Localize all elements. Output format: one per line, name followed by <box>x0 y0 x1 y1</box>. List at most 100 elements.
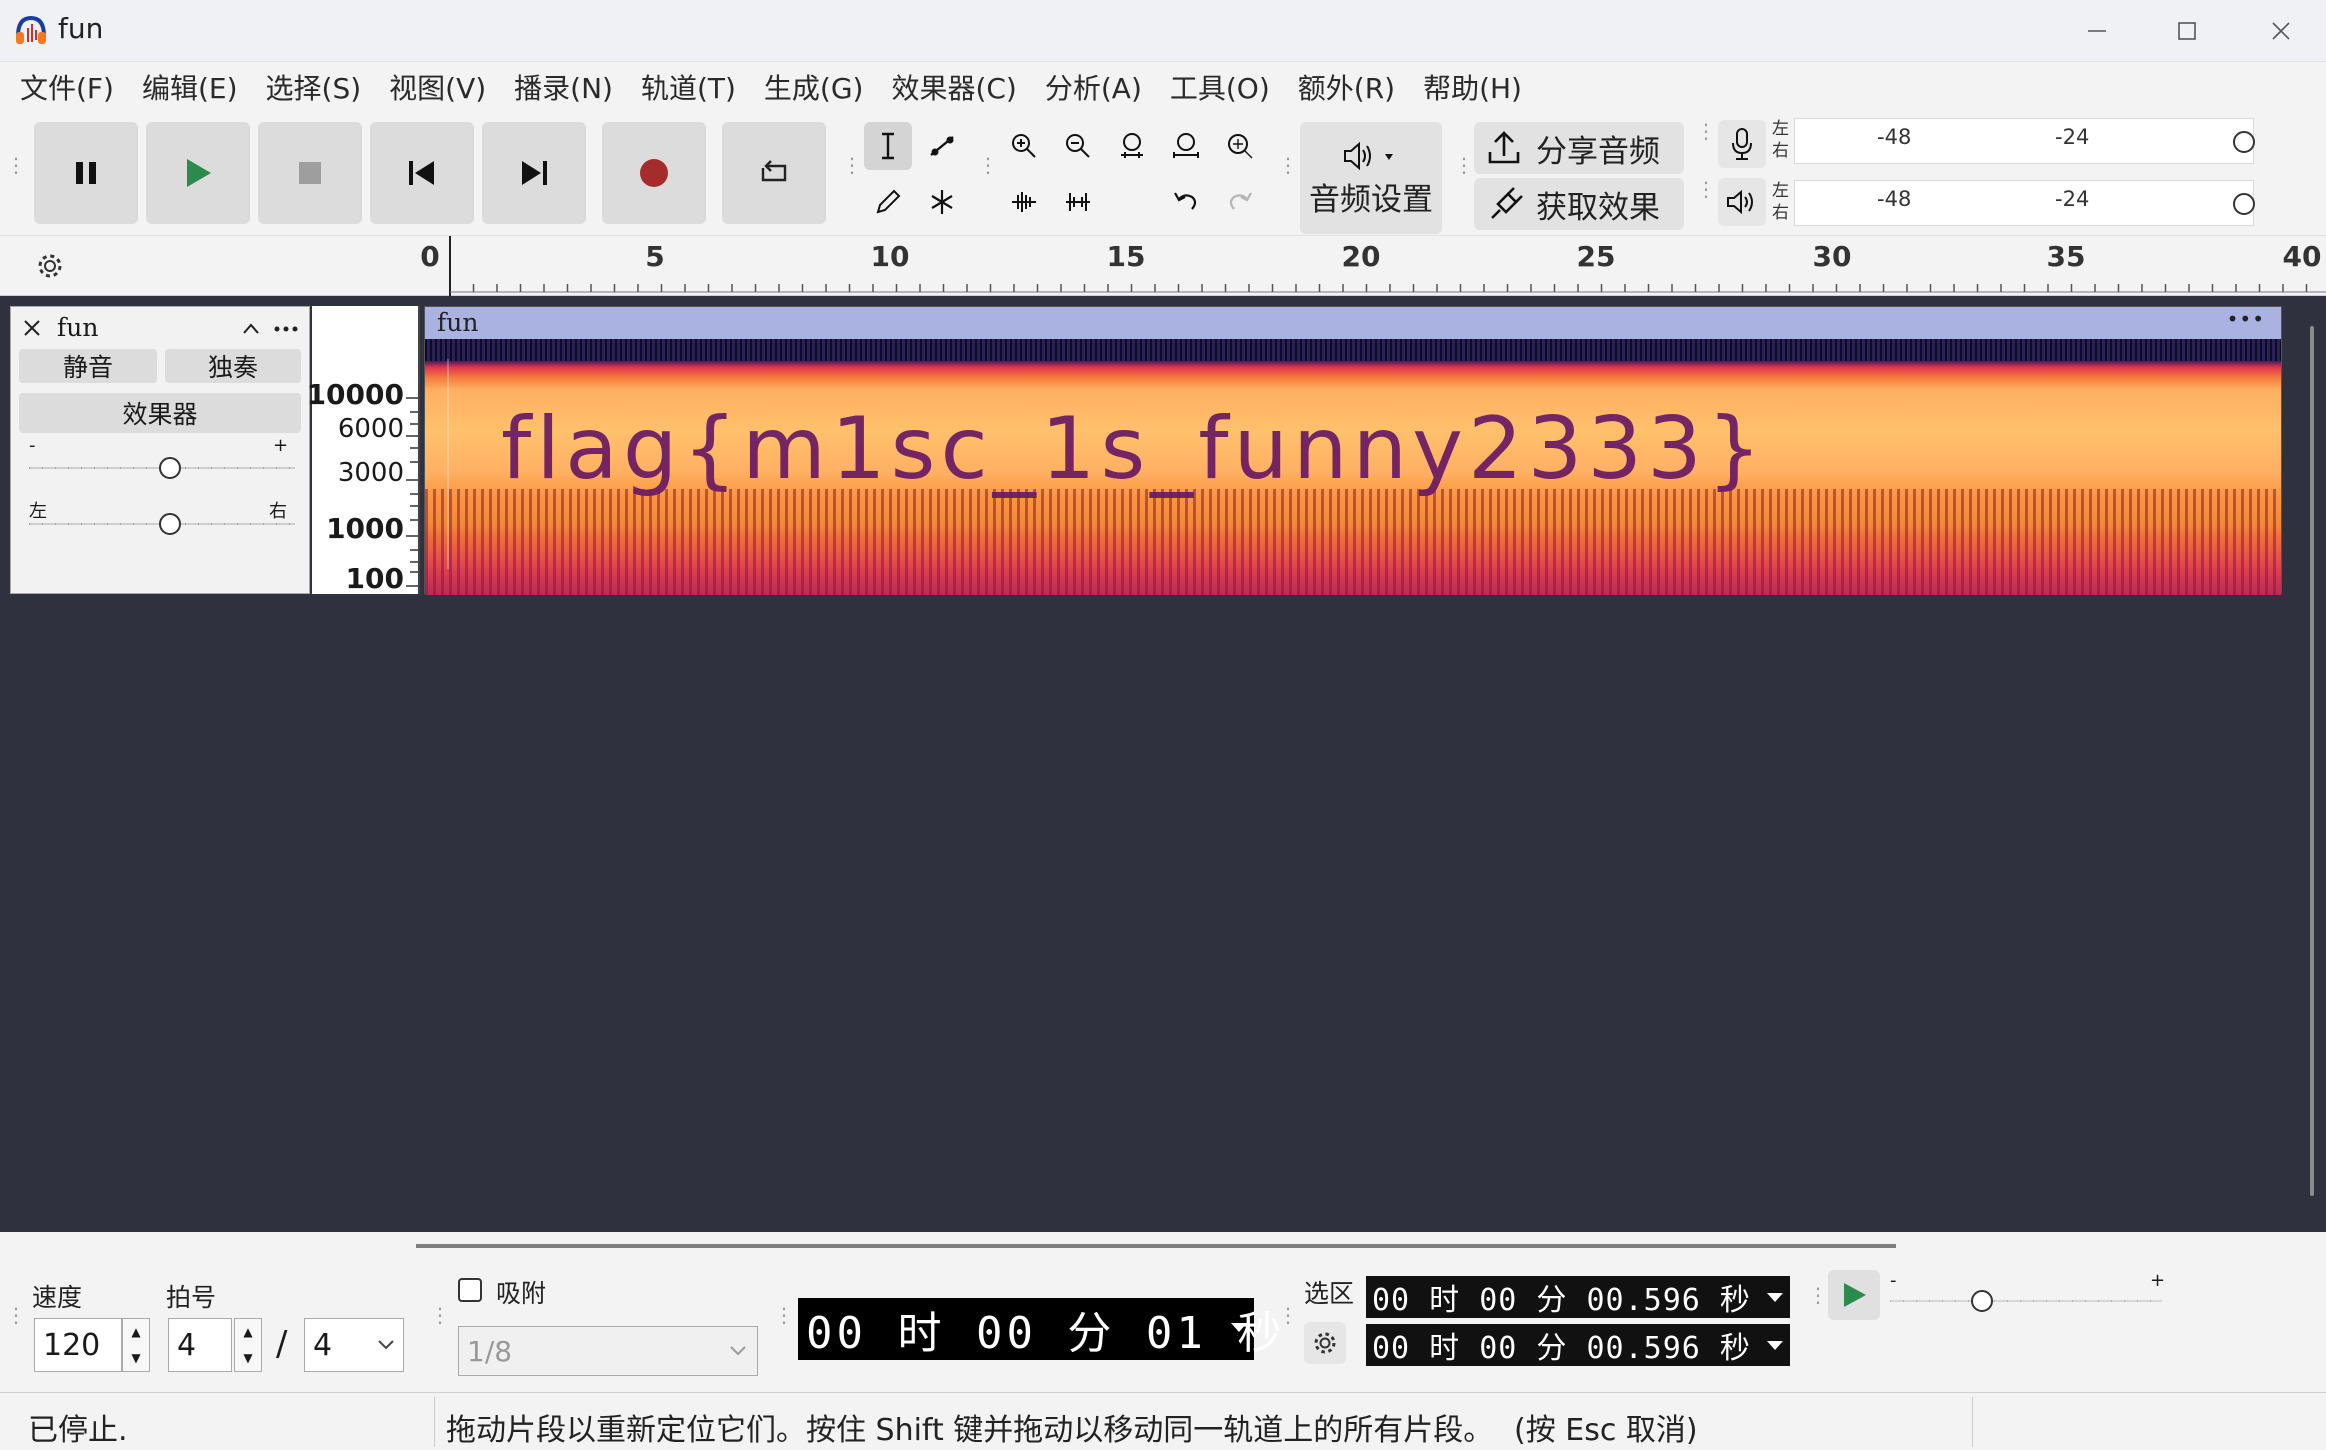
playback-speed-slider[interactable] <box>1890 1286 2166 1316</box>
silence-audio-button[interactable] <box>1054 178 1102 226</box>
draw-tool-button[interactable] <box>864 178 912 226</box>
clip-header[interactable]: fun ••• <box>425 307 2281 339</box>
selection-start-display[interactable]: 00 时 00 分 00.596 秒 <box>1366 1276 1790 1318</box>
loop-button[interactable] <box>722 122 826 224</box>
play-icon <box>1844 1283 1866 1307</box>
menu-select[interactable]: 选择(S) <box>252 67 376 107</box>
play-button[interactable] <box>146 122 250 224</box>
toolbar-grip[interactable]: ⋮ <box>6 1305 26 1325</box>
skip-start-icon <box>409 161 434 185</box>
effects-button[interactable]: 效果器 <box>19 393 301 433</box>
toolbar-grip[interactable]: ⋮ <box>1696 121 1716 141</box>
horizontal-scrollbar[interactable] <box>416 1244 1896 1248</box>
redo-button[interactable] <box>1216 178 1264 226</box>
menu-edit[interactable]: 编辑(E) <box>128 67 252 107</box>
track-control-panel[interactable]: fun 静音 独奏 效果器 - + 左 右 <box>10 306 310 594</box>
zoom-in-button[interactable] <box>1000 122 1048 170</box>
track-name[interactable]: fun <box>57 313 98 342</box>
toolbar-grip[interactable]: ⋮ <box>842 155 862 175</box>
tempo-label: 速度 <box>32 1283 83 1312</box>
menu-generate[interactable]: 生成(G) <box>750 67 878 107</box>
maximize-button[interactable] <box>2142 0 2232 62</box>
toolbar-grip[interactable]: ⋮ <box>978 155 998 175</box>
timeline-settings-button[interactable] <box>26 242 74 290</box>
audio-clip[interactable]: fun ••• flag{m1sc_1s_funny2333} <box>424 306 2282 595</box>
frequency-ruler[interactable]: 10000 6000 3000 1000 100 <box>307 306 420 595</box>
playhead-marker <box>447 359 449 569</box>
down-arrow-icon[interactable]: ▼ <box>131 1351 140 1365</box>
snap-checkbox[interactable] <box>458 1278 482 1302</box>
track-menu-icon[interactable] <box>273 325 299 333</box>
playback-meter-button[interactable] <box>1718 178 1766 226</box>
toolbar-grip[interactable]: ⋮ <box>6 155 26 175</box>
menu-tracks[interactable]: 轨道(T) <box>627 67 750 107</box>
ruler-label: 25 <box>1576 240 1616 273</box>
envelope-tool-button[interactable] <box>918 122 966 170</box>
toolbar-grip[interactable]: ⋮ <box>1454 155 1474 175</box>
audio-setup-button[interactable]: 音频设置 <box>1300 122 1442 234</box>
record-level-meter[interactable]: -48 -24 <box>1794 118 2255 164</box>
timeline-ruler[interactable]: 0 5 10 15 20 25 30 35 40 <box>0 236 2326 296</box>
fit-project-button[interactable] <box>1162 122 1210 170</box>
minimize-button[interactable] <box>2052 0 2142 62</box>
zoom-toggle-button[interactable] <box>1216 122 1264 170</box>
tempo-stepper[interactable]: ▲ ▼ <box>122 1318 150 1372</box>
menu-view[interactable]: 视图(V) <box>375 67 500 107</box>
time-sig-stepper[interactable]: ▲ ▼ <box>234 1318 262 1372</box>
toolbar-grip[interactable]: ⋮ <box>1278 155 1298 175</box>
toolbar-grip[interactable]: ⋮ <box>1278 1305 1298 1325</box>
selection-end-display[interactable]: 00 时 00 分 00.596 秒 <box>1366 1324 1790 1366</box>
menu-help[interactable]: 帮助(H) <box>1409 67 1536 107</box>
close-window-button[interactable] <box>2236 0 2326 62</box>
menu-tools[interactable]: 工具(O) <box>1156 67 1284 107</box>
selection-label: 选区 <box>1304 1279 1355 1308</box>
menu-transport[interactable]: 播录(N) <box>500 67 627 107</box>
spectrogram[interactable]: flag{m1sc_1s_funny2333} <box>425 339 2281 595</box>
get-effects-button[interactable]: 获取效果 <box>1474 178 1684 230</box>
menu-effect[interactable]: 效果器(C) <box>877 67 1030 107</box>
up-arrow-icon[interactable]: ▲ <box>131 1325 140 1339</box>
up-arrow-icon[interactable]: ▲ <box>243 1325 252 1339</box>
gain-slider[interactable] <box>29 453 299 483</box>
selection-settings-button[interactable] <box>1304 1322 1346 1364</box>
multi-tool-button[interactable] <box>918 178 966 226</box>
time-display[interactable]: 00 时 00 分 01 秒 <box>798 1298 1281 1360</box>
share-audio-button[interactable]: 分享音频 <box>1474 122 1684 174</box>
zoom-out-button[interactable] <box>1054 122 1102 170</box>
track-area[interactable]: fun 静音 独奏 效果器 - + 左 右 10000 6000 3000 10… <box>0 296 2326 1232</box>
time-sig-numerator[interactable]: 4 <box>168 1318 232 1372</box>
undo-button[interactable] <box>1162 178 1210 226</box>
pan-slider[interactable] <box>29 509 299 539</box>
chevron-down-icon <box>1231 1323 1247 1332</box>
play-at-speed-button[interactable] <box>1828 1270 1880 1320</box>
collapse-track-icon[interactable] <box>241 319 261 339</box>
toolbar-grip[interactable]: ⋮ <box>1808 1285 1828 1305</box>
time-sig-denominator[interactable]: 4 <box>304 1318 404 1372</box>
fit-selection-button[interactable] <box>1108 122 1156 170</box>
toolbar-grip[interactable]: ⋮ <box>774 1305 794 1325</box>
close-track-icon[interactable] <box>21 317 43 339</box>
vertical-scrollbar[interactable] <box>2310 326 2314 1196</box>
trim-audio-button[interactable] <box>1000 178 1048 226</box>
solo-button[interactable]: 独奏 <box>165 349 301 383</box>
tempo-input[interactable]: 120 <box>34 1318 122 1372</box>
skip-to-start-button[interactable] <box>370 122 474 224</box>
down-arrow-icon[interactable]: ▼ <box>243 1351 252 1365</box>
snap-select[interactable]: 1/8 <box>458 1326 758 1376</box>
selection-tool-button[interactable] <box>864 122 912 170</box>
menu-file[interactable]: 文件(F) <box>6 67 128 107</box>
record-meter-button[interactable] <box>1718 120 1766 168</box>
menu-extra[interactable]: 额外(R) <box>1284 67 1409 107</box>
skip-to-end-button[interactable] <box>482 122 586 224</box>
toolbar-grip[interactable]: ⋮ <box>1696 179 1716 199</box>
pause-button[interactable] <box>34 122 138 224</box>
mute-button[interactable]: 静音 <box>19 349 157 383</box>
clip-menu-button[interactable]: ••• <box>2227 307 2265 331</box>
stop-button[interactable] <box>258 122 362 224</box>
playback-level-meter[interactable]: -48 -24 <box>1794 180 2255 226</box>
clip-name[interactable]: fun <box>437 308 478 337</box>
ruler-label: 40 <box>2282 240 2322 273</box>
menu-analyze[interactable]: 分析(A) <box>1031 67 1156 107</box>
record-button[interactable] <box>602 122 706 224</box>
toolbar-grip[interactable]: ⋮ <box>430 1305 450 1325</box>
